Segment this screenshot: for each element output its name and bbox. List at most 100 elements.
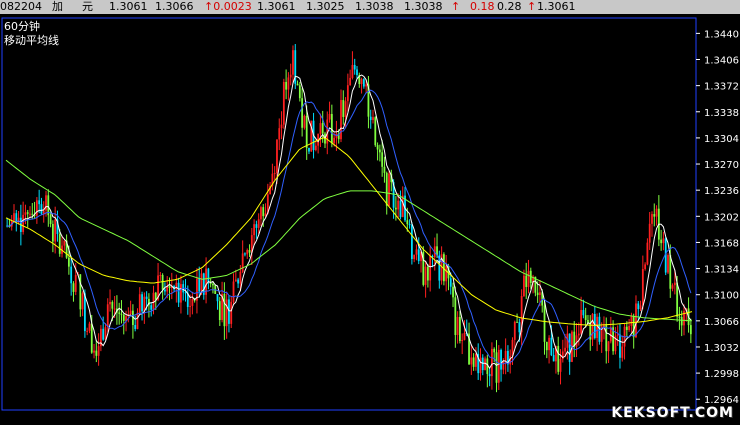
candle-body bbox=[397, 200, 400, 210]
candle-body bbox=[93, 350, 95, 353]
candle-body bbox=[406, 220, 409, 225]
candle-body bbox=[527, 270, 530, 287]
candle-body bbox=[488, 374, 491, 377]
candle-body bbox=[399, 200, 402, 218]
candle-body bbox=[667, 255, 669, 273]
candle-body bbox=[463, 333, 466, 340]
candle-body bbox=[552, 355, 555, 362]
candle-body bbox=[24, 212, 27, 215]
candle-body bbox=[246, 250, 249, 255]
candle-body bbox=[31, 213, 34, 215]
candle-body bbox=[378, 149, 381, 153]
candle-body bbox=[678, 316, 681, 318]
candle-body bbox=[481, 357, 484, 371]
candle-body bbox=[648, 223, 651, 243]
candle-body bbox=[328, 113, 331, 120]
candle-body bbox=[353, 64, 356, 70]
candle-body bbox=[525, 275, 528, 287]
candle-body bbox=[417, 249, 420, 262]
close-price-2: 1.3038 bbox=[404, 0, 443, 13]
candle-body bbox=[632, 316, 635, 338]
candle-body bbox=[372, 117, 374, 121]
y-tick-label: 1.3304 bbox=[704, 134, 739, 145]
candle-body bbox=[273, 172, 276, 174]
y-tick-label: 1.2998 bbox=[704, 369, 739, 380]
candle-body bbox=[616, 334, 619, 336]
candle-body bbox=[641, 269, 644, 306]
candle-body bbox=[191, 299, 194, 306]
candle-body bbox=[95, 350, 98, 356]
candle-body bbox=[374, 117, 377, 146]
candle-body bbox=[342, 100, 345, 117]
candle-body bbox=[593, 314, 596, 339]
candle-body bbox=[523, 275, 525, 297]
candle-body bbox=[344, 101, 347, 117]
candle-body bbox=[212, 283, 214, 286]
candle-body bbox=[150, 305, 153, 310]
candle-body bbox=[141, 294, 143, 312]
candle-body bbox=[216, 294, 219, 302]
watermark-logo: KEKSOFT.COM bbox=[611, 405, 734, 421]
candle-body bbox=[680, 317, 683, 326]
candle-body bbox=[449, 278, 452, 287]
candle-body bbox=[644, 264, 647, 270]
candle-body bbox=[74, 275, 77, 292]
prev-price: 1.3061 bbox=[257, 0, 296, 13]
candle-body bbox=[225, 299, 228, 327]
candle-body bbox=[413, 254, 416, 260]
candle-body bbox=[97, 346, 100, 356]
candle-body bbox=[154, 292, 157, 300]
candle-body bbox=[22, 214, 25, 232]
candle-body bbox=[575, 335, 578, 347]
candle-body bbox=[228, 299, 230, 324]
candle-body bbox=[362, 79, 365, 87]
candle-body bbox=[625, 326, 628, 330]
candle-body bbox=[253, 224, 256, 236]
candle-body bbox=[200, 273, 203, 292]
instrument-name-1: 加 bbox=[52, 0, 63, 13]
candle-body bbox=[159, 275, 162, 277]
candle-body bbox=[630, 316, 633, 326]
candle-body bbox=[102, 328, 105, 340]
candle-body bbox=[333, 137, 336, 144]
y-tick-label: 1.3372 bbox=[704, 82, 739, 93]
candle-body bbox=[198, 278, 201, 292]
candle-body bbox=[452, 286, 454, 298]
y-tick-label: 1.3406 bbox=[704, 56, 739, 67]
candle-body bbox=[472, 357, 475, 367]
candle-body bbox=[651, 214, 653, 224]
quote-bar: 082204 加 元 1.3061 1.3066 ↑0.0023 1.3061 … bbox=[0, 0, 740, 14]
candle-body bbox=[484, 358, 486, 371]
candle-body bbox=[660, 239, 663, 244]
candle-body bbox=[38, 200, 41, 205]
change-percent: 0.18 bbox=[470, 0, 495, 13]
up-arrow-2: ↑ bbox=[527, 0, 537, 13]
candle-body bbox=[298, 85, 301, 99]
candle-body bbox=[349, 77, 352, 86]
y-tick-label: 1.3168 bbox=[704, 238, 739, 249]
candle-body bbox=[13, 213, 15, 221]
candle-body bbox=[58, 234, 61, 254]
candle-body bbox=[381, 152, 384, 167]
candle-body bbox=[408, 224, 411, 226]
candle-body bbox=[673, 282, 676, 286]
close-price-1: 1.3038 bbox=[355, 0, 394, 13]
candle-body bbox=[429, 255, 432, 281]
y-tick-label: 1.3338 bbox=[704, 108, 739, 119]
candle-body bbox=[619, 334, 621, 358]
candle-body bbox=[45, 195, 47, 211]
candle-body bbox=[596, 316, 599, 339]
candle-body bbox=[63, 240, 66, 246]
candle-body bbox=[113, 308, 116, 310]
y-tick-label: 1.3032 bbox=[704, 343, 739, 354]
candle-body bbox=[239, 271, 242, 284]
candle-body bbox=[129, 310, 132, 315]
candle-body bbox=[388, 173, 390, 206]
candle-body bbox=[26, 212, 29, 214]
candle-body bbox=[35, 200, 38, 216]
candle-body bbox=[230, 301, 233, 324]
candle-body bbox=[669, 255, 672, 289]
candle-body bbox=[454, 297, 457, 335]
candle-body bbox=[459, 317, 461, 342]
candle-body bbox=[134, 324, 137, 329]
